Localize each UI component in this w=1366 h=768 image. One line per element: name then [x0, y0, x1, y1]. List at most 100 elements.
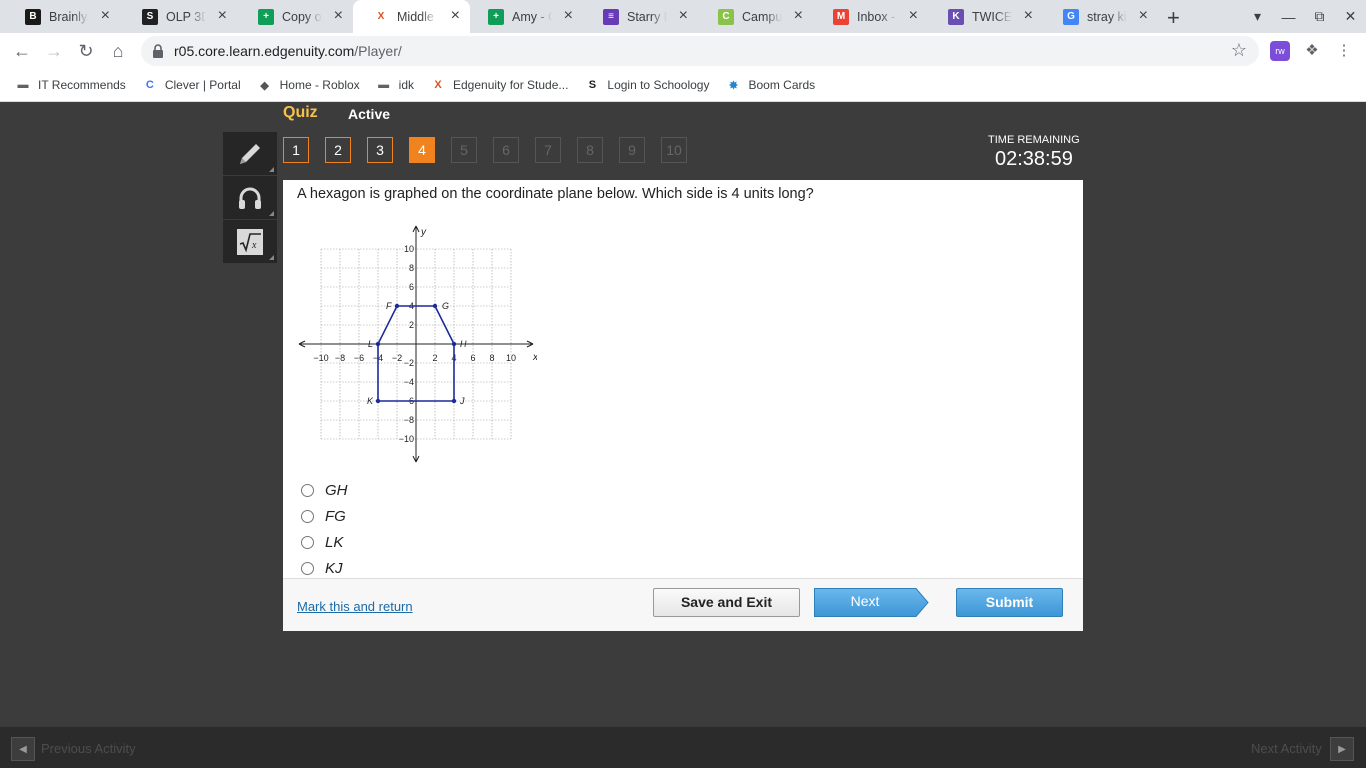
tab-close-icon[interactable]: × — [101, 8, 110, 24]
browser-tab[interactable]: M Inbox - am × — [813, 0, 928, 33]
tab-title: Inbox - am — [857, 9, 897, 24]
question-footer: Mark this and return Save and Exit Next … — [283, 578, 1083, 631]
puzzle-extensions-icon[interactable]: ❖ — [1302, 41, 1322, 61]
radio-button[interactable] — [301, 561, 314, 575]
tab-close-icon[interactable]: × — [794, 8, 803, 24]
question-number-button[interactable]: 5 — [451, 137, 477, 163]
reload-icon[interactable]: ↻ — [74, 39, 98, 63]
next-activity-button[interactable]: ▶ — [1330, 737, 1354, 761]
question-number-button[interactable]: 10 — [661, 137, 687, 163]
x-tick-label: 2 — [432, 353, 437, 363]
forward-icon[interactable]: → — [42, 39, 66, 63]
bookmark-item[interactable]: S Login to Schoology — [584, 77, 710, 93]
window-controls: ▾ — ⧉ ✕ — [1242, 0, 1366, 33]
quiz-status: Active — [348, 106, 391, 122]
lock-icon — [153, 44, 163, 58]
browser-tab[interactable]: S OLP 3D Art × — [122, 0, 237, 33]
schoology-icon: S — [588, 79, 597, 91]
browser-tab[interactable]: X Middle Sch × — [353, 0, 470, 33]
question-number-button[interactable]: 1 — [283, 137, 309, 163]
tab-favicon-icon: S — [142, 8, 158, 25]
tab-search-icon[interactable]: ▾ — [1242, 8, 1273, 25]
radio-button[interactable] — [301, 509, 314, 523]
y-tick-label: −2 — [404, 358, 414, 368]
restore-icon[interactable]: ⧉ — [1304, 8, 1335, 25]
question-number-button[interactable]: 2 — [325, 137, 351, 163]
answer-choice[interactable]: LK — [301, 532, 343, 552]
folder-icon: ▬ — [17, 79, 29, 91]
tab-title: Copy of Cl — [282, 9, 322, 24]
browser-tab[interactable]: Gstray kids × — [1043, 0, 1158, 33]
back-icon[interactable]: ← — [10, 39, 34, 63]
browser-tab[interactable]: + Amy - Goo × — [468, 0, 583, 33]
folder-icon: ▬ — [378, 79, 390, 91]
save-and-exit-button[interactable]: Save and Exit — [653, 588, 800, 617]
close-window-icon[interactable]: ✕ — [1335, 8, 1366, 25]
bookmark-star-icon[interactable]: ☆ — [1231, 40, 1247, 61]
audio-tool-button[interactable] — [223, 176, 277, 220]
bookmarks-bar: ▬ IT Recommends C Clever | Portal ◆ Home - Ro… — [0, 69, 1366, 102]
bookmark-item[interactable]: ▬ idk — [376, 77, 414, 93]
bookmark-item[interactable]: ▬ IT Recommends — [15, 77, 126, 93]
y-tick-label: 2 — [409, 320, 414, 330]
new-tab-button[interactable]: + — [1167, 5, 1180, 31]
browser-tab[interactable]: C Campus Ti × — [698, 0, 813, 33]
x-tick-label: 10 — [506, 353, 516, 363]
bookmark-label: Clever | Portal — [164, 78, 241, 92]
menu-kebab-icon[interactable]: ⋮ — [1334, 41, 1354, 61]
home-icon[interactable]: ⌂ — [106, 39, 130, 63]
tab-close-icon[interactable]: × — [1024, 8, 1033, 24]
answer-choice[interactable]: GH — [301, 480, 348, 500]
tab-close-icon[interactable]: × — [1139, 8, 1148, 24]
question-number-button[interactable]: 8 — [577, 137, 603, 163]
question-number-button[interactable]: 4 — [409, 137, 435, 163]
vertex-point — [375, 398, 381, 404]
submit-button[interactable]: Submit — [956, 588, 1063, 617]
tab-close-icon[interactable]: × — [679, 8, 688, 24]
answer-choice-label: FG — [325, 507, 346, 525]
next-button[interactable]: Next — [814, 588, 929, 617]
coordinate-plane-graph: xy−10−8−6−4−2246810108642−2−4−6−8−10FGHJ… — [298, 225, 537, 463]
radio-button[interactable] — [301, 535, 314, 549]
bookmark-item[interactable]: ◆ Home - Roblox — [257, 77, 359, 93]
tab-close-icon[interactable]: × — [909, 8, 918, 24]
bookmark-item[interactable]: ✸ Boom Cards — [725, 77, 815, 93]
browser-tab[interactable]: + Copy of Cl × — [238, 0, 353, 33]
tab-close-icon[interactable]: × — [451, 8, 460, 24]
vertex-label: H — [460, 339, 467, 349]
tab-close-icon[interactable]: × — [218, 8, 227, 24]
pencil-tool-button[interactable] — [223, 132, 277, 176]
answer-choice[interactable]: KJ — [301, 558, 343, 578]
answer-choice[interactable]: FG — [301, 506, 346, 526]
tab-title: stray kids — [1087, 9, 1127, 24]
tab-title: OLP 3D Art — [166, 9, 206, 24]
question-number-button[interactable]: 3 — [367, 137, 393, 163]
tab-title: Amy - Goo — [512, 9, 552, 24]
answer-choice-label: KJ — [325, 559, 343, 577]
bookmark-item[interactable]: C Clever | Portal — [142, 77, 241, 93]
minimize-icon[interactable]: — — [1273, 9, 1304, 25]
vertex-label: K — [367, 396, 374, 406]
tab-favicon-icon: G — [1063, 8, 1079, 25]
tab-favicon-icon: + — [488, 8, 504, 25]
boom-icon: ✸ — [728, 79, 739, 92]
vertex-point — [375, 341, 381, 347]
bookmark-item[interactable]: X Edgenuity for Stude... — [430, 77, 568, 93]
mark-and-return-link[interactable]: Mark this and return — [297, 599, 413, 614]
address-bar[interactable]: r05.core.learn.edgenuity.com/Player/ ☆ — [141, 36, 1259, 66]
tab-close-icon[interactable]: × — [564, 8, 573, 24]
calculator-tool-button[interactable]: x — [223, 220, 277, 264]
tab-title: Middle Sch — [397, 9, 437, 24]
tab-close-icon[interactable]: × — [334, 8, 343, 24]
previous-activity-button[interactable]: ◀ — [11, 737, 35, 761]
browser-tab[interactable]: K TWICE Mu × — [928, 0, 1043, 33]
browser-tab[interactable]: B Brainly.com × — [5, 0, 120, 33]
question-number-button[interactable]: 9 — [619, 137, 645, 163]
time-remaining-value: 02:38:59 — [995, 148, 1073, 170]
extension-icon[interactable]: rw — [1270, 41, 1290, 61]
question-number-button[interactable]: 6 — [493, 137, 519, 163]
tab-favicon-icon: X — [373, 8, 389, 25]
radio-button[interactable] — [301, 483, 314, 497]
question-number-button[interactable]: 7 — [535, 137, 561, 163]
browser-tab[interactable]: ≡ Starry Nigh × — [583, 0, 698, 33]
